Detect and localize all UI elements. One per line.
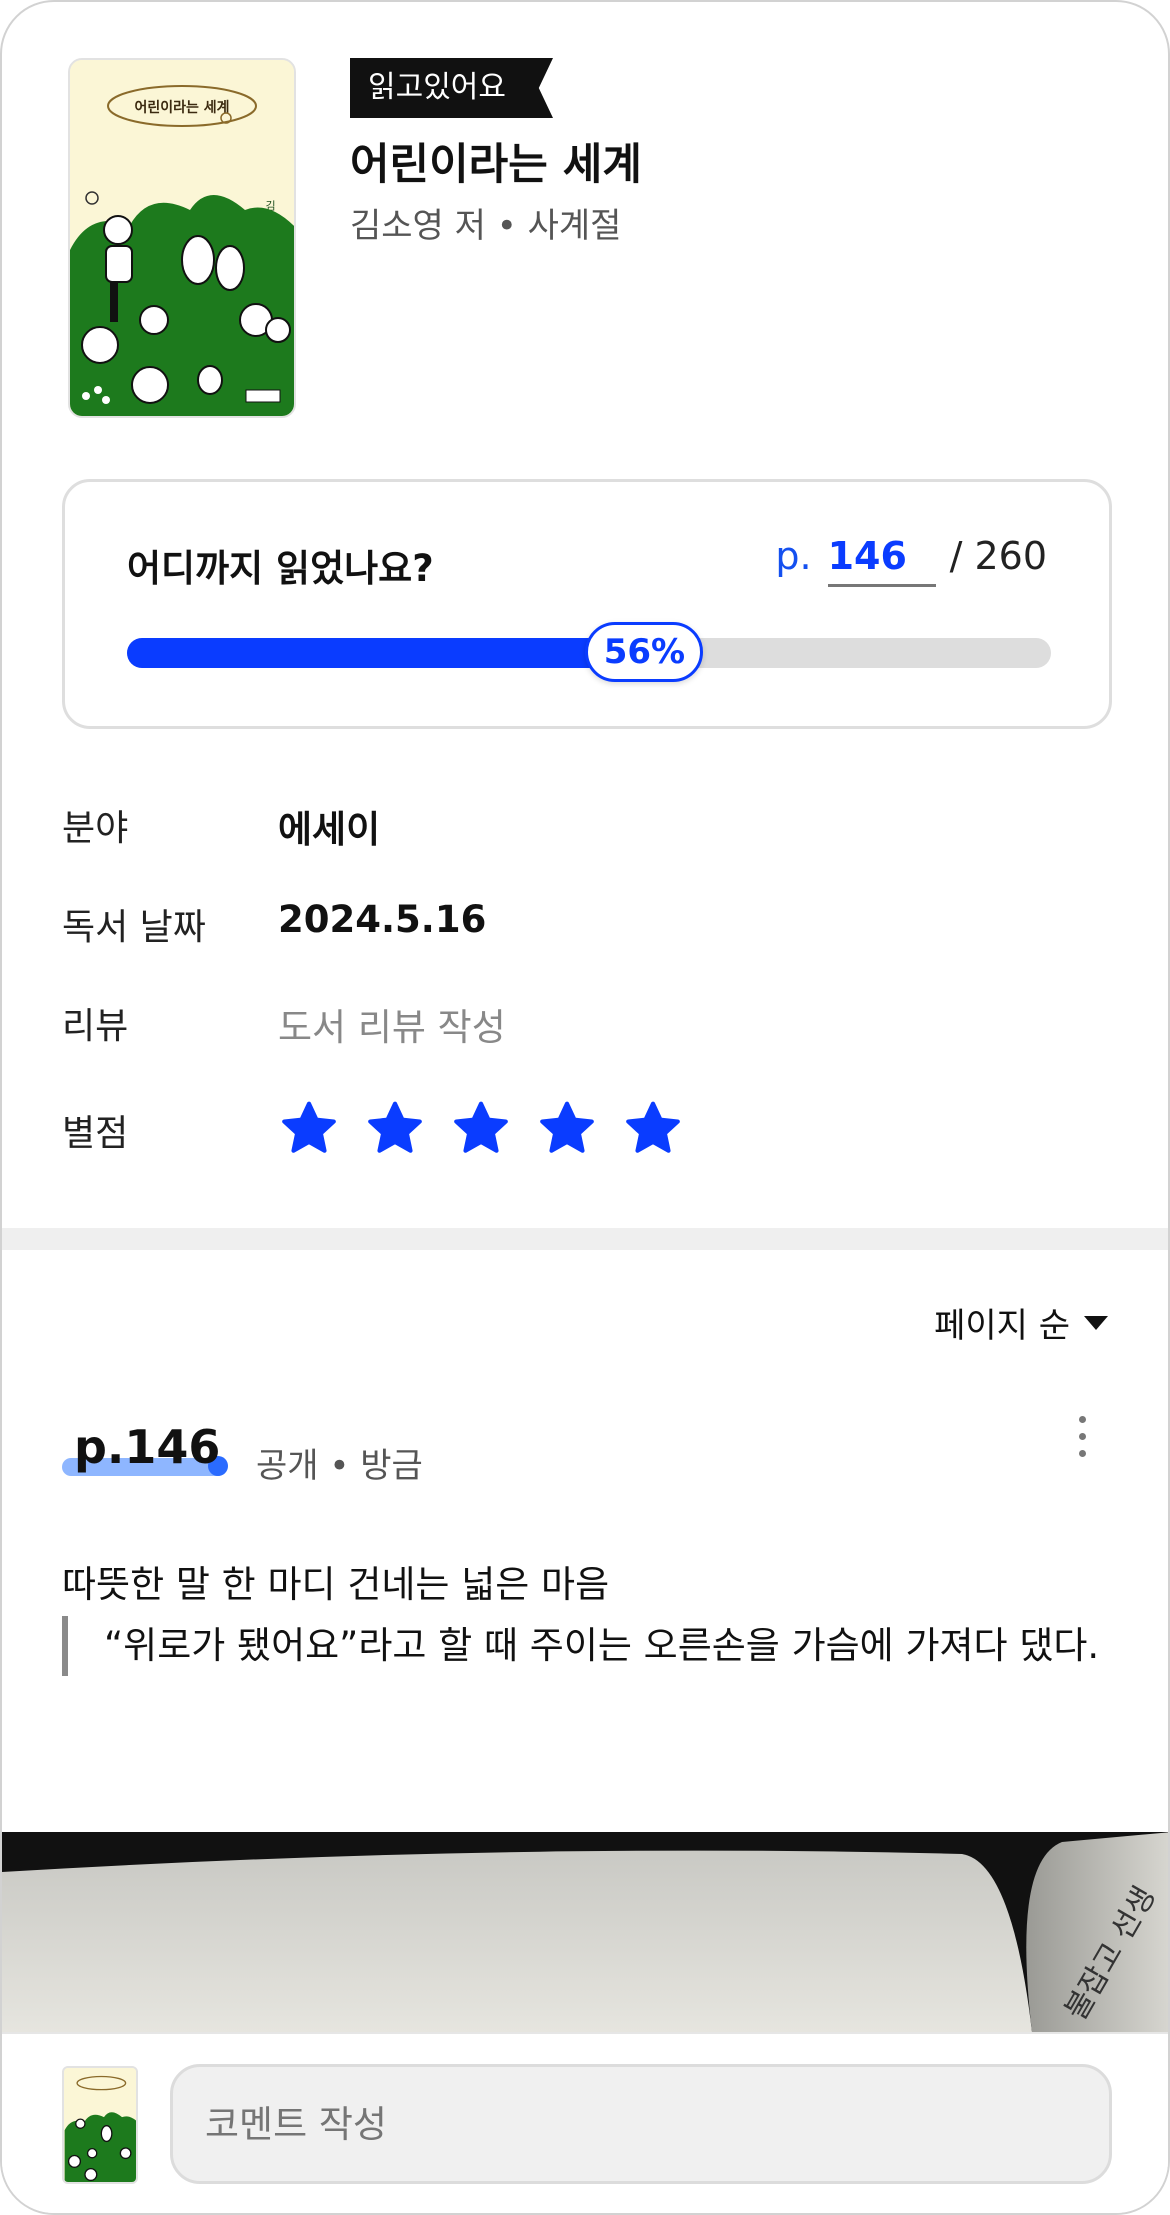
page-prefix: p. — [775, 534, 812, 578]
mini-book-cover — [62, 2066, 138, 2184]
entry-body: 따뜻한 말 한 마디 건네는 넓은 마음 — [62, 1563, 610, 1606]
app-frame: 어린이라는 세계 김소영 에세이 읽고있어요 어린이라는 세계 김소영 저 • … — [0, 0, 1170, 2215]
comment-bar — [2, 2032, 1168, 2213]
book-cover-illustration: 어린이라는 세계 김소영 에세이 — [70, 60, 294, 416]
comment-input[interactable] — [170, 2064, 1112, 2184]
book-title: 어린이라는 세계 — [350, 140, 642, 190]
entry-quote: “위로가 됐어요”라고 할 때 주이는 오른손을 가슴에 가져다 댔다. — [62, 1616, 1102, 1676]
progress-slider-thumb[interactable]: 56% — [585, 622, 704, 682]
reading-date-label: 독서 날짜 — [62, 907, 206, 948]
sort-dropdown[interactable]: 페이지 순 — [934, 1298, 1108, 1347]
star-icon[interactable] — [364, 1098, 426, 1160]
book-page-photo: 불잡고 선생 — [2, 1832, 1168, 2032]
genre-value: 에세이 — [278, 808, 381, 851]
entry-page-badge: p.146 — [62, 1420, 228, 1478]
star-rating[interactable] — [278, 1098, 684, 1160]
progress-slider-track[interactable]: 56% — [127, 622, 1051, 682]
reading-status-tag[interactable]: 읽고있어요 — [350, 58, 553, 118]
page-input-group: p. 146 / 260 — [775, 534, 1047, 587]
entry-meta: 공개 • 방금 — [256, 1446, 423, 1486]
entry-photo[interactable]: 불잡고 선생 — [2, 1832, 1168, 2032]
cover-title: 어린이라는 세계 — [134, 99, 229, 116]
sort-label: 페이지 순 — [934, 1306, 1070, 1346]
progress-slider-fill — [127, 638, 645, 668]
progress-question: 어디까지 읽었나요? — [127, 547, 434, 590]
total-pages: / 260 — [949, 534, 1047, 578]
rating-label: 별점 — [62, 1113, 129, 1154]
more-options-icon[interactable] — [1072, 1416, 1092, 1466]
star-icon[interactable] — [450, 1098, 512, 1160]
reading-date-value[interactable]: 2024.5.16 — [278, 898, 486, 941]
reading-progress-card: 어디까지 읽었나요? p. 146 / 260 56% — [62, 479, 1112, 729]
mini-cover-illustration — [64, 2068, 136, 2182]
star-icon[interactable] — [622, 1098, 684, 1160]
caret-down-icon — [1084, 1315, 1108, 1330]
entry-page: p.146 — [74, 1420, 221, 1474]
star-icon[interactable] — [536, 1098, 598, 1160]
current-page-input[interactable]: 146 — [827, 534, 936, 587]
genre-label: 분야 — [62, 808, 129, 849]
section-divider — [2, 1228, 1168, 1250]
book-author-publisher: 김소영 저 • 사계절 — [350, 206, 622, 246]
book-cover[interactable]: 어린이라는 세계 김소영 에세이 — [68, 58, 296, 418]
write-review-link[interactable]: 도서 리뷰 작성 — [278, 997, 506, 1051]
review-label: 리뷰 — [62, 1006, 129, 1047]
star-icon[interactable] — [278, 1098, 340, 1160]
